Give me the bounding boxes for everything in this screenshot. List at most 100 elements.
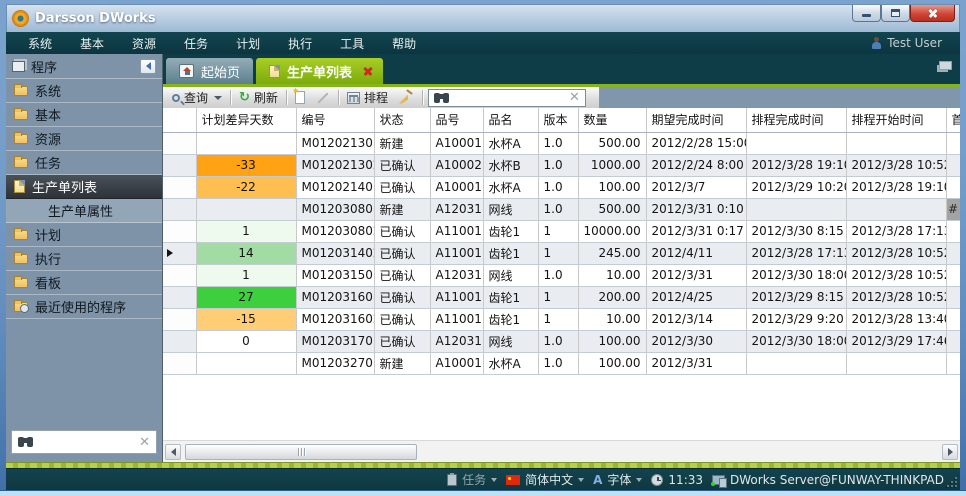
table-row[interactable]: 27M012031601已确认A11001齿轮11200.002012/4/25…	[163, 286, 960, 308]
menu-item-资源[interactable]: 资源	[118, 35, 170, 52]
sidebar-search-input[interactable]	[38, 435, 134, 449]
menu-item-基本[interactable]: 基本	[66, 35, 118, 52]
status-task-menu[interactable]: 任务	[447, 471, 497, 488]
status-font-menu[interactable]: A 字体	[593, 471, 642, 488]
doc-tab-icon	[269, 65, 280, 78]
row-selector-cell[interactable]	[163, 330, 196, 352]
menu-item-系统[interactable]: 系统	[14, 35, 66, 52]
row-selector-cell[interactable]	[163, 132, 196, 154]
tab-label: 起始页	[201, 62, 240, 81]
column-header-version[interactable]: 版本	[538, 108, 578, 132]
folder-icon	[14, 278, 28, 288]
cell-quantity: 100.00	[578, 330, 646, 352]
table-row[interactable]: -22M012021401已确认A10001水杯A1.0100.002012/3…	[163, 176, 960, 198]
sidebar-item-看板[interactable]: 看板	[6, 271, 162, 295]
column-header-diff_days[interactable]: 计划差异天数	[196, 108, 296, 132]
tab-close-icon[interactable]	[363, 66, 373, 76]
resize-grip-icon[interactable]	[947, 477, 957, 487]
clear-icon[interactable]: ✕	[569, 91, 580, 104]
row-selector-cell[interactable]	[163, 286, 196, 308]
cell-sched_start: 2012/3/28 10:52	[846, 154, 946, 176]
table-row[interactable]: 1M012031501已确认A12031网线1.010.002012/3/312…	[163, 264, 960, 286]
column-header-item_name[interactable]: 品名	[483, 108, 538, 132]
tab-production-order-list[interactable]: 生产单列表	[256, 58, 383, 84]
cell-version: 1.0	[538, 198, 578, 220]
sidebar-item-资源[interactable]: 资源	[6, 127, 162, 151]
cell-expected_finish: 2012/2/28 15:00	[646, 132, 746, 154]
menu-item-工具[interactable]: 工具	[326, 35, 378, 52]
toolbar-search-input[interactable]	[454, 91, 564, 105]
sidebar-collapse-button[interactable]	[140, 59, 156, 74]
column-header-sched_finish[interactable]: 排程完成时间	[746, 108, 846, 132]
column-header-order_no[interactable]: 编号	[296, 108, 374, 132]
arrow-right-icon	[948, 448, 953, 456]
row-selector-cell[interactable]	[163, 242, 196, 264]
table-row[interactable]: M012032701新建A10001水杯A1.0100.002012/3/31	[163, 352, 960, 374]
sidebar-item-最近使用的程序[interactable]: 最近使用的程序	[6, 295, 162, 319]
row-selector-cell[interactable]	[163, 352, 196, 374]
clean-button[interactable]	[396, 90, 417, 106]
menu-item-执行[interactable]: 执行	[274, 35, 326, 52]
row-selector-cell[interactable]	[163, 220, 196, 242]
sidebar-item-系统[interactable]: 系统	[6, 79, 162, 103]
new-button[interactable]	[292, 90, 308, 105]
horizontal-scrollbar[interactable]	[163, 440, 960, 462]
scroll-left-button[interactable]	[165, 444, 181, 460]
row-selector-cell[interactable]	[163, 264, 196, 286]
status-language-menu[interactable]: 简体中文	[506, 471, 584, 488]
scroll-right-button[interactable]	[942, 444, 958, 460]
cell-sched_start: 2012/3/28 17:13	[846, 220, 946, 242]
scrollbar-thumb[interactable]	[185, 444, 417, 460]
table-row[interactable]: M012021301新建A10001水杯A1.0500.002012/2/28 …	[163, 132, 960, 154]
cell-diff_days	[196, 132, 296, 154]
column-header-quantity[interactable]: 数量	[578, 108, 646, 132]
toolbar-buttons: 查询 ↻ 刷新 排程	[163, 87, 600, 108]
menu-bar: 系统基本资源任务计划执行工具帮助 Test User	[6, 32, 960, 54]
cell-expected_finish: 2012/4/11	[646, 242, 746, 264]
table-row[interactable]: 1M012030802已确认A11001齿轮1110000.002012/3/3…	[163, 220, 960, 242]
sidebar-item-任务[interactable]: 任务	[6, 151, 162, 175]
cell-version: 1.0	[538, 264, 578, 286]
close-button[interactable]	[910, 5, 955, 22]
toolbar-search-box: ✕	[428, 89, 586, 107]
tab-start-page[interactable]: 起始页	[166, 58, 253, 84]
menu-item-任务[interactable]: 任务	[170, 35, 222, 52]
table-row[interactable]: 14M012031402已确认A11001齿轮11245.002012/4/11…	[163, 242, 960, 264]
minimize-icon	[862, 14, 871, 17]
cell-order_no: M012031501	[296, 264, 374, 286]
sidebar-item-基本[interactable]: 基本	[6, 103, 162, 127]
table-row[interactable]: M012030801新建A12031网线1.0500.002012/3/31 0…	[163, 198, 960, 220]
row-selector-cell[interactable]	[163, 308, 196, 330]
schedule-button[interactable]: 排程	[344, 88, 391, 107]
edit-button[interactable]	[313, 96, 333, 100]
table-row[interactable]: 0M012031701已确认A12031网线1.0100.002012/3/30…	[163, 330, 960, 352]
table-row[interactable]: -33M012021302已确认A10002水杯B1.01000.002012/…	[163, 154, 960, 176]
sidebar-item-生产单列表[interactable]: 生产单列表	[6, 175, 162, 199]
table-row[interactable]: -15M012031602已确认A11001齿轮1110.002012/3/14…	[163, 308, 960, 330]
menu-item-帮助[interactable]: 帮助	[378, 35, 430, 52]
sidebar-item-执行[interactable]: 执行	[6, 247, 162, 271]
column-header-status[interactable]: 状态	[374, 108, 430, 132]
column-header-item_no[interactable]: 品号	[430, 108, 483, 132]
cell-sched_finish: 2012/3/29 10:20	[746, 176, 846, 198]
refresh-label: 刷新	[254, 89, 278, 106]
query-button[interactable]: 查询	[169, 88, 225, 107]
clear-icon[interactable]: ✕	[139, 436, 150, 449]
column-header-truncated[interactable]: 首	[946, 108, 960, 132]
user-badge[interactable]: Test User	[871, 36, 952, 50]
scrollbar-track[interactable]	[183, 444, 940, 460]
sidebar-search-box: ✕	[11, 430, 157, 454]
refresh-button[interactable]: ↻ 刷新	[236, 88, 281, 107]
sidebar-item-生产单属性[interactable]: 生产单属性	[6, 199, 162, 223]
menu-item-计划[interactable]: 计划	[222, 35, 274, 52]
row-selector-cell[interactable]	[163, 176, 196, 198]
row-selector-cell[interactable]	[163, 154, 196, 176]
minimize-button[interactable]	[852, 5, 881, 22]
row-selector-cell[interactable]	[163, 198, 196, 220]
restore-button[interactable]	[881, 5, 910, 22]
cell-status: 已确认	[374, 176, 430, 198]
sidebar-item-计划[interactable]: 计划	[6, 223, 162, 247]
column-header-sched_start[interactable]: 排程开始时间	[846, 108, 946, 132]
column-header-expected_finish[interactable]: 期望完成时间	[646, 108, 746, 132]
float-window-icon[interactable]	[939, 61, 952, 70]
